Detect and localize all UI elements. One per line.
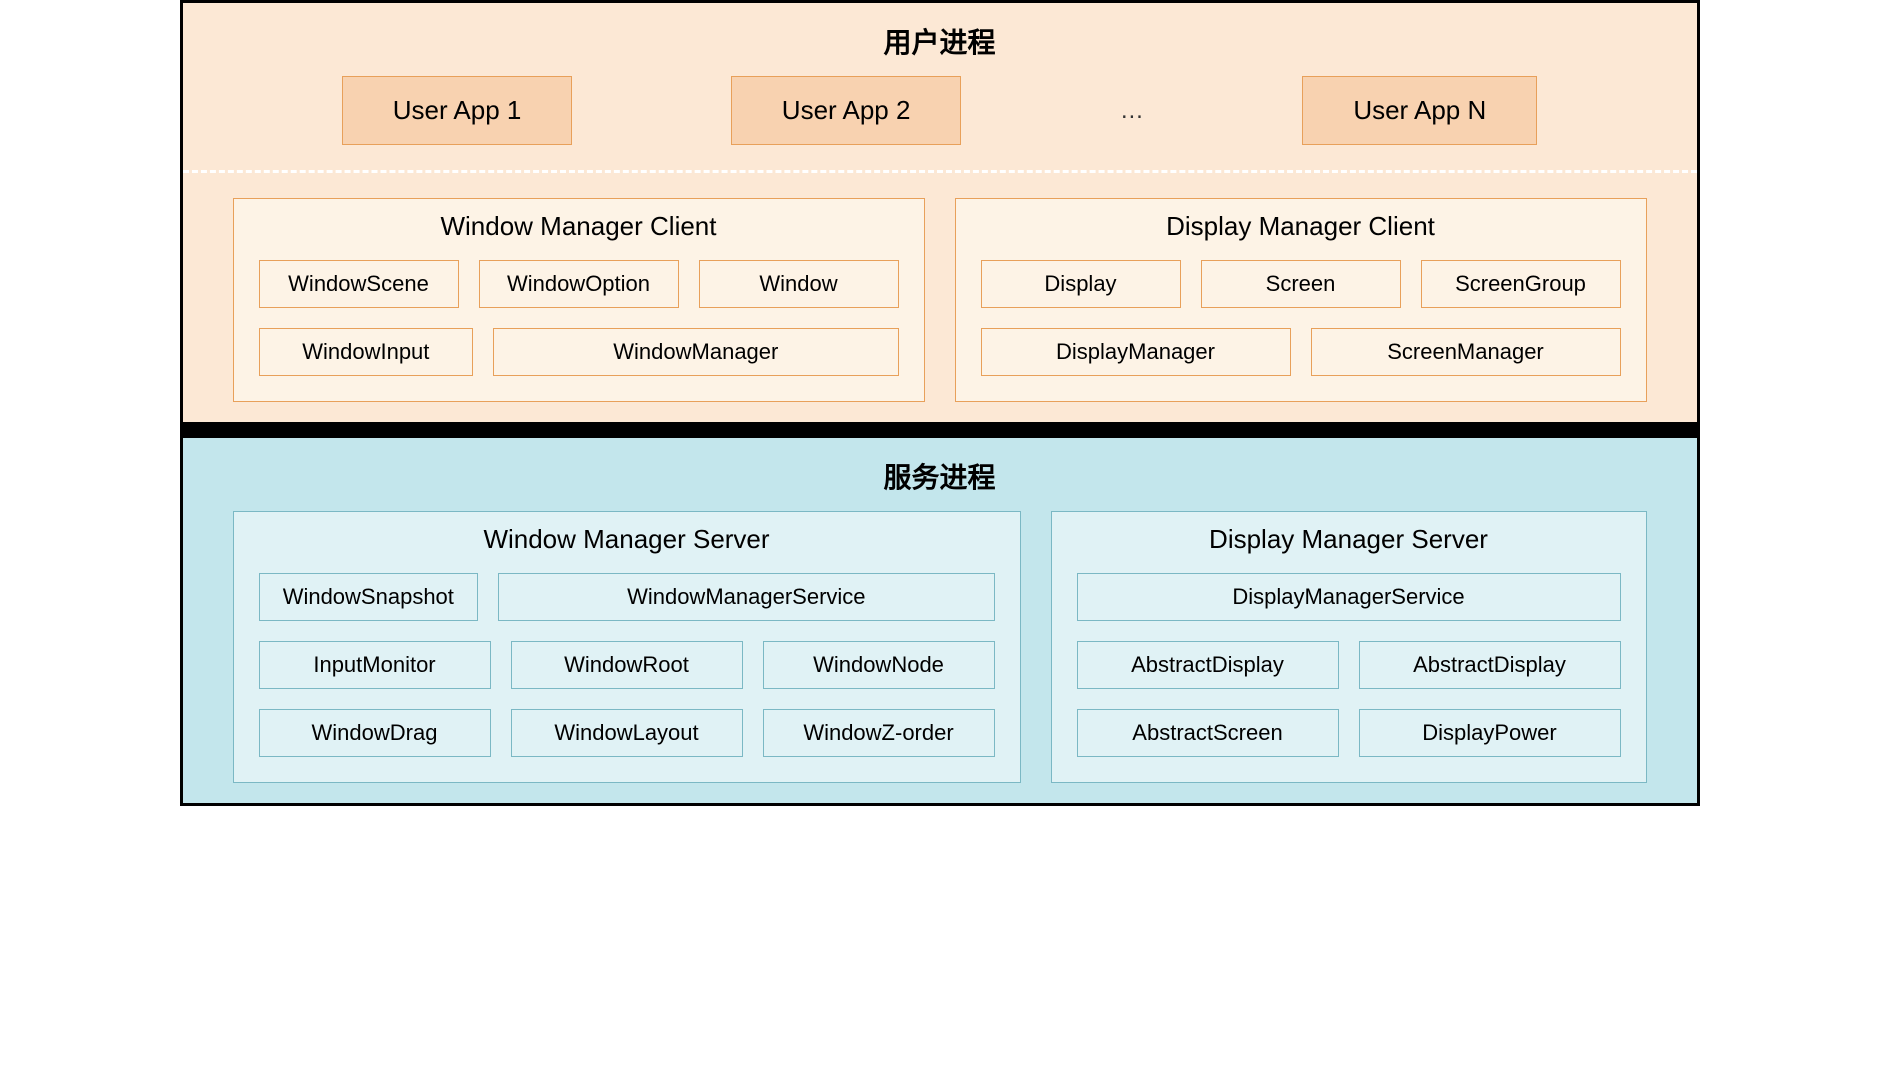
component-box: DisplayPower [1359, 709, 1621, 757]
servers-row: Window Manager Server WindowSnapshot Win… [183, 511, 1697, 783]
component-box: WindowDrag [259, 709, 491, 757]
component-box: AbstractDisplay [1359, 641, 1621, 689]
wm-client-title: Window Manager Client [259, 211, 899, 242]
component-box: ScreenManager [1311, 328, 1621, 376]
architecture-diagram: 用户进程 User App 1 User App 2 … User App N … [180, 0, 1700, 806]
display-manager-server-panel: Display Manager Server DisplayManagerSer… [1051, 511, 1647, 783]
component-box: WindowZ-order [763, 709, 995, 757]
box-row: WindowScene WindowOption Window [259, 260, 899, 308]
component-box: AbstractDisplay [1077, 641, 1339, 689]
window-manager-client-panel: Window Manager Client WindowScene Window… [233, 198, 925, 402]
user-app-box: User App N [1302, 76, 1537, 145]
component-box: Screen [1201, 260, 1401, 308]
user-apps-row: User App 1 User App 2 … User App N [183, 76, 1697, 170]
component-box: WindowNode [763, 641, 995, 689]
service-section-title: 服务进程 [183, 448, 1697, 511]
component-box: WindowLayout [511, 709, 743, 757]
box-row: AbstractDisplay AbstractDisplay [1077, 641, 1621, 689]
box-row: WindowDrag WindowLayout WindowZ-order [259, 709, 995, 757]
component-box: WindowManagerService [498, 573, 994, 621]
component-box: ScreenGroup [1421, 260, 1621, 308]
component-box: WindowOption [479, 260, 679, 308]
component-box: InputMonitor [259, 641, 491, 689]
dm-client-title: Display Manager Client [981, 211, 1621, 242]
display-manager-client-panel: Display Manager Client Display Screen Sc… [955, 198, 1647, 402]
component-box: WindowManager [493, 328, 898, 376]
component-box: AbstractScreen [1077, 709, 1339, 757]
box-row: Display Screen ScreenGroup [981, 260, 1621, 308]
user-section-title: 用户进程 [183, 13, 1697, 76]
window-manager-server-panel: Window Manager Server WindowSnapshot Win… [233, 511, 1021, 783]
wm-server-title: Window Manager Server [259, 524, 995, 555]
box-row: DisplayManager ScreenManager [981, 328, 1621, 376]
box-row: AbstractScreen DisplayPower [1077, 709, 1621, 757]
dashed-divider [183, 170, 1697, 173]
component-box: DisplayManagerService [1077, 573, 1621, 621]
dm-server-title: Display Manager Server [1077, 524, 1621, 555]
service-process-section: 服务进程 Window Manager Server WindowSnapsho… [183, 422, 1697, 803]
component-box: DisplayManager [981, 328, 1291, 376]
user-process-section: 用户进程 User App 1 User App 2 … User App N … [183, 3, 1697, 422]
component-box: WindowScene [259, 260, 459, 308]
box-row: WindowInput WindowManager [259, 328, 899, 376]
component-box: WindowRoot [511, 641, 743, 689]
box-row: DisplayManagerService [1077, 573, 1621, 621]
box-row: InputMonitor WindowRoot WindowNode [259, 641, 995, 689]
component-box: Display [981, 260, 1181, 308]
component-box: WindowInput [259, 328, 474, 376]
clients-row: Window Manager Client WindowScene Window… [183, 198, 1697, 402]
user-app-box: User App 2 [731, 76, 962, 145]
user-app-box: User App 1 [342, 76, 573, 145]
box-row: WindowSnapshot WindowManagerService [259, 573, 995, 621]
ellipsis: … [1120, 97, 1144, 125]
component-box: WindowSnapshot [259, 573, 479, 621]
component-box: Window [699, 260, 899, 308]
